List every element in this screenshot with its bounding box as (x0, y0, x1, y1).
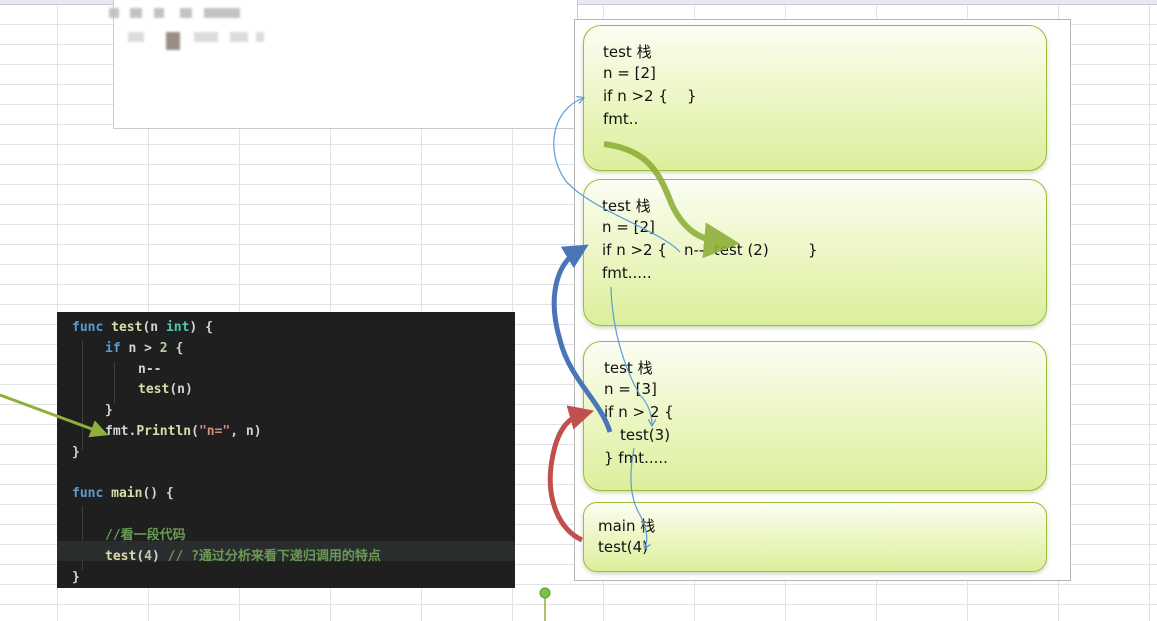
call-line (610, 286, 652, 425)
annotation-arrows (0, 0, 740, 621)
return-arrow-blue (551, 244, 613, 433)
rotate-handle[interactable] (539, 587, 551, 599)
green-pointer-arrow (0, 393, 109, 438)
return-arrow-green (603, 141, 740, 259)
return-arrow-red (547, 405, 595, 543)
call-line (630, 447, 647, 548)
